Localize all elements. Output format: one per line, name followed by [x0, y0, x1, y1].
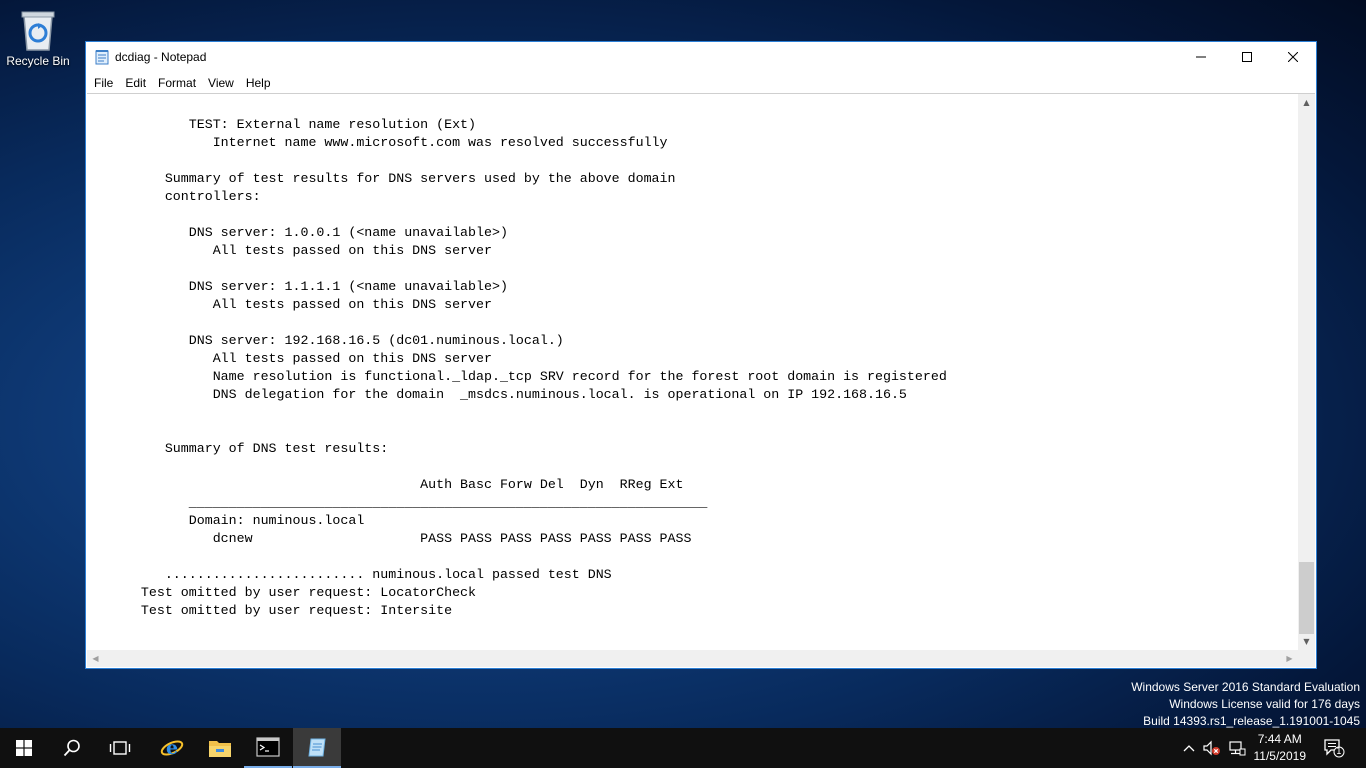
svg-text:e: e: [166, 737, 178, 759]
maximize-button[interactable]: [1224, 42, 1270, 72]
text-line: DNS delegation for the domain _msdcs.num…: [93, 387, 907, 402]
horizontal-scrollbar[interactable]: ◀ ▶: [87, 650, 1298, 667]
file-explorer-taskbar-button[interactable]: [196, 728, 244, 768]
clock-time: 7:44 AM: [1257, 732, 1302, 746]
text-line: All tests passed on this DNS server: [93, 351, 492, 366]
text-line: Test omitted by user request: Intersite: [93, 603, 453, 618]
show-hidden-icons-button[interactable]: [1178, 728, 1200, 768]
notification-count-badge: 1: [1336, 747, 1342, 757]
text-line: ......................... numinous.local…: [93, 567, 612, 582]
menu-format[interactable]: Format: [152, 76, 202, 90]
search-button[interactable]: [48, 728, 96, 768]
text-line: ________________________________________…: [93, 495, 708, 510]
task-view-button[interactable]: [96, 728, 144, 768]
taskbar: e 7:44 AM 11/5/2019 1: [0, 728, 1366, 768]
text-line: [93, 152, 1297, 170]
title-bar[interactable]: dcdiag - Notepad: [86, 42, 1316, 72]
text-line: TEST: External name resolution (Ext): [93, 117, 477, 132]
windows-watermark: Windows Server 2016 Standard Evaluation …: [1131, 679, 1360, 730]
notepad-taskbar-button[interactable]: [293, 728, 341, 768]
text-line: [93, 548, 1297, 566]
text-line: Auth Basc Forw Del Dyn RReg Ext: [93, 477, 684, 492]
network-button[interactable]: [1226, 728, 1248, 768]
scroll-up-arrow-icon[interactable]: ▲: [1298, 94, 1315, 111]
text-line: controllers:: [93, 189, 261, 204]
maximize-icon: [1242, 52, 1252, 62]
text-line: dcnew PASS PASS PASS PASS PASS PASS PASS: [93, 531, 692, 546]
text-line: Summary of DNS test results:: [93, 441, 389, 456]
folder-icon: [209, 741, 231, 757]
text-line: All tests passed on this DNS server: [93, 297, 492, 312]
chevron-up-icon: [1183, 745, 1195, 752]
menu-edit[interactable]: Edit: [119, 76, 152, 90]
internet-explorer-taskbar-button[interactable]: e: [148, 728, 196, 768]
action-center-button[interactable]: 1: [1320, 728, 1348, 768]
minimize-button[interactable]: [1178, 42, 1224, 72]
text-line: [93, 314, 1297, 332]
text-line: DNS server: 1.1.1.1 (<name unavailable>): [93, 279, 508, 294]
recycle-bin-label: Recycle Bin: [6, 54, 70, 68]
scroll-left-arrow-icon[interactable]: ◀: [87, 650, 104, 667]
command-prompt-taskbar-button[interactable]: [244, 728, 292, 768]
text-editor[interactable]: TEST: External name resolution (Ext) Int…: [87, 93, 1315, 667]
text-line: Test omitted by user request: LocatorChe…: [93, 585, 477, 600]
text-line: Domain: numinous.local: [93, 513, 365, 528]
clock-date: 11/5/2019: [1253, 749, 1307, 763]
vertical-scroll-thumb[interactable]: [1299, 562, 1314, 634]
window-title: dcdiag - Notepad: [115, 50, 207, 64]
notepad-window: dcdiag - Notepad File Edit Format View H…: [85, 41, 1317, 669]
text-line: [93, 404, 1297, 422]
task-view-icon: [109, 741, 131, 755]
text-line: All tests passed on this DNS server: [93, 243, 492, 258]
close-icon: [1288, 52, 1298, 62]
network-icon: [1229, 741, 1246, 756]
notepad-icon: [308, 738, 326, 757]
text-line: [93, 206, 1297, 224]
menu-help[interactable]: Help: [240, 76, 277, 90]
text-line: Internet name www.microsoft.com was reso…: [93, 135, 668, 150]
menu-view[interactable]: View: [202, 76, 240, 90]
recycle-bin-shortcut[interactable]: Recycle Bin: [2, 6, 74, 68]
close-button[interactable]: [1270, 42, 1316, 72]
text-line: [93, 458, 1297, 476]
volume-muted-icon: [1203, 740, 1220, 756]
scroll-right-arrow-icon[interactable]: ▶: [1281, 650, 1298, 667]
text-line: DNS server: 192.168.16.5 (dc01.numinous.…: [93, 333, 564, 348]
text-line: Name resolution is functional._ldap._tcp…: [93, 369, 947, 384]
menu-file[interactable]: File: [88, 76, 119, 90]
license-text: Windows License valid for 176 days: [1169, 697, 1360, 711]
text-line: Summary of test results for DNS servers …: [93, 171, 676, 186]
minimize-icon: [1196, 56, 1206, 58]
internet-explorer-icon: e: [160, 737, 184, 759]
scroll-down-arrow-icon[interactable]: ▼: [1298, 633, 1315, 650]
command-prompt-icon: [256, 737, 280, 757]
search-icon: [63, 739, 80, 757]
notepad-icon: [94, 49, 110, 69]
document-text[interactable]: TEST: External name resolution (Ext) Int…: [93, 116, 1297, 649]
text-line: DNS server: 1.0.0.1 (<name unavailable>): [93, 225, 508, 240]
volume-button[interactable]: [1200, 728, 1224, 768]
menu-bar: File Edit Format View Help: [86, 72, 1316, 93]
windows-logo-icon: [16, 740, 32, 756]
edition-text: Windows Server 2016 Standard Evaluation: [1131, 680, 1360, 694]
start-button[interactable]: [0, 728, 48, 768]
taskbar-clock[interactable]: 7:44 AM 11/5/2019: [1254, 731, 1307, 765]
text-line: [93, 260, 1297, 278]
scrollbar-corner: [1298, 650, 1315, 667]
recycle-bin-icon: [21, 11, 55, 51]
text-line: [93, 422, 1297, 440]
vertical-scrollbar[interactable]: ▲ ▼: [1298, 94, 1315, 650]
